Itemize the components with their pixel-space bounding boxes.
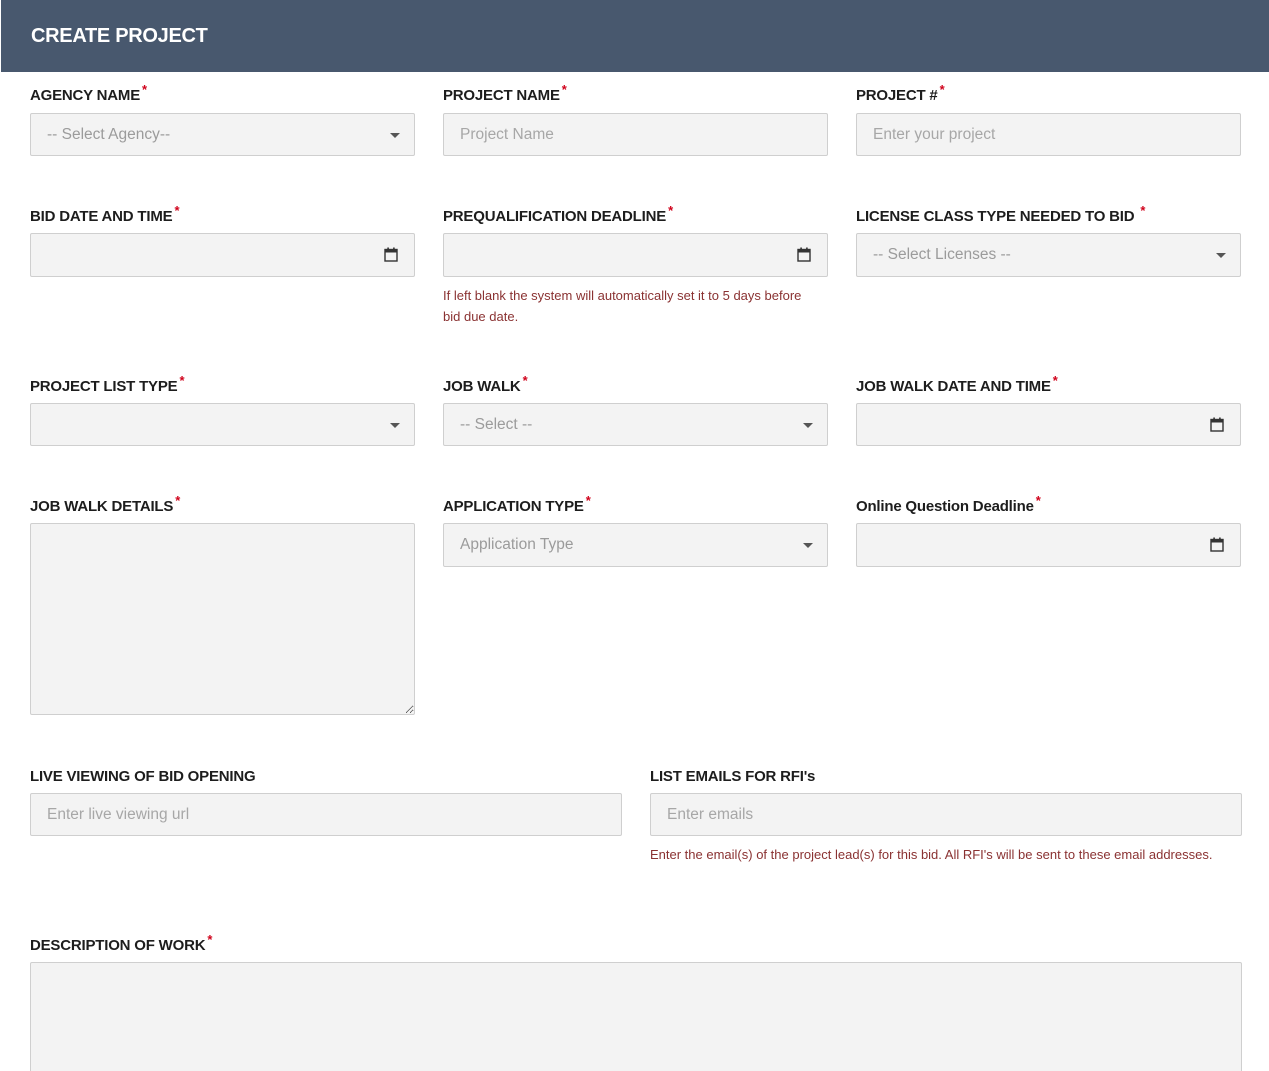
application-type-label: APPLICATION TYPE * [443,493,591,515]
required-marker: * [561,82,567,97]
bid-date-input[interactable] [30,233,415,277]
rfi-emails-input[interactable] [650,793,1242,836]
required-marker: * [207,932,213,947]
job-walk-details-label: JOB WALK DETAILS * [30,493,181,515]
prequal-help-text: If left blank the system will automatica… [443,288,802,324]
required-marker: * [174,203,180,218]
chevron-down-icon [803,423,813,428]
project-number-label: PROJECT # * [856,82,945,104]
page-header: CREATE PROJECT [1,0,1269,72]
required-marker: * [939,82,945,97]
license-class-select[interactable]: -- Select Licenses -- [856,233,1241,277]
description-of-work-label: DESCRIPTION OF WORK * [30,932,213,954]
chevron-down-icon [1216,253,1226,258]
required-marker: * [175,493,181,508]
required-marker: * [522,373,528,388]
application-type-select[interactable]: Application Type [443,523,828,567]
calendar-icon[interactable] [797,247,811,262]
required-marker: * [1035,493,1041,508]
job-walk-date-input[interactable] [856,403,1241,446]
chevron-down-icon [803,543,813,548]
prequal-deadline-input[interactable] [443,233,828,277]
job-walk-date-label: JOB WALK DATE AND TIME * [856,373,1058,395]
job-walk-select[interactable]: -- Select -- [443,403,828,446]
license-class-select-value: -- Select Licenses -- [873,246,1011,263]
project-number-input[interactable] [856,113,1241,156]
license-class-label: LICENSE CLASS TYPE NEEDED TO BID * [856,203,1146,225]
job-walk-label: JOB WALK * [443,373,528,395]
calendar-icon[interactable] [1210,537,1224,552]
application-type-select-value: Application Type [460,536,574,553]
project-list-type-label: PROJECT LIST TYPE * [30,373,185,395]
required-marker: * [668,203,673,218]
chevron-down-icon [390,423,400,428]
rfi-emails-label: LIST EMAILS FOR RFI's [650,768,816,785]
agency-select-value: -- Select Agency-- [47,126,171,143]
calendar-icon[interactable] [384,247,398,262]
online-question-deadline-input[interactable] [856,523,1241,567]
agency-select[interactable]: -- Select Agency-- [30,113,415,156]
required-marker: * [1052,373,1058,388]
job-walk-select-value: -- Select -- [460,416,533,433]
chevron-down-icon [390,133,400,138]
online-question-deadline-label: Online Question Deadline * [856,493,1041,515]
live-viewing-label: LIVE VIEWING OF BID OPENING [30,768,256,785]
agency-name-label: AGENCY NAME * [30,82,147,104]
description-of-work-textarea[interactable] [30,962,1242,1071]
project-list-type-select[interactable] [30,403,415,446]
live-viewing-input[interactable] [30,793,622,836]
job-walk-details-textarea[interactable] [30,523,415,715]
required-marker: * [142,82,147,97]
bid-date-label: BID DATE AND TIME * [30,203,180,225]
project-name-input[interactable] [443,113,828,156]
page-title: CREATE PROJECT [31,25,208,47]
required-marker: * [1140,203,1146,218]
required-marker: * [585,493,591,508]
calendar-icon[interactable] [1210,417,1224,432]
prequal-deadline-label: PREQUALIFICATION DEADLINE * [443,203,673,225]
required-marker: * [179,373,185,388]
rfi-emails-help-text: Enter the email(s) of the project lead(s… [650,847,1213,862]
project-name-label: PROJECT NAME * [443,82,567,104]
